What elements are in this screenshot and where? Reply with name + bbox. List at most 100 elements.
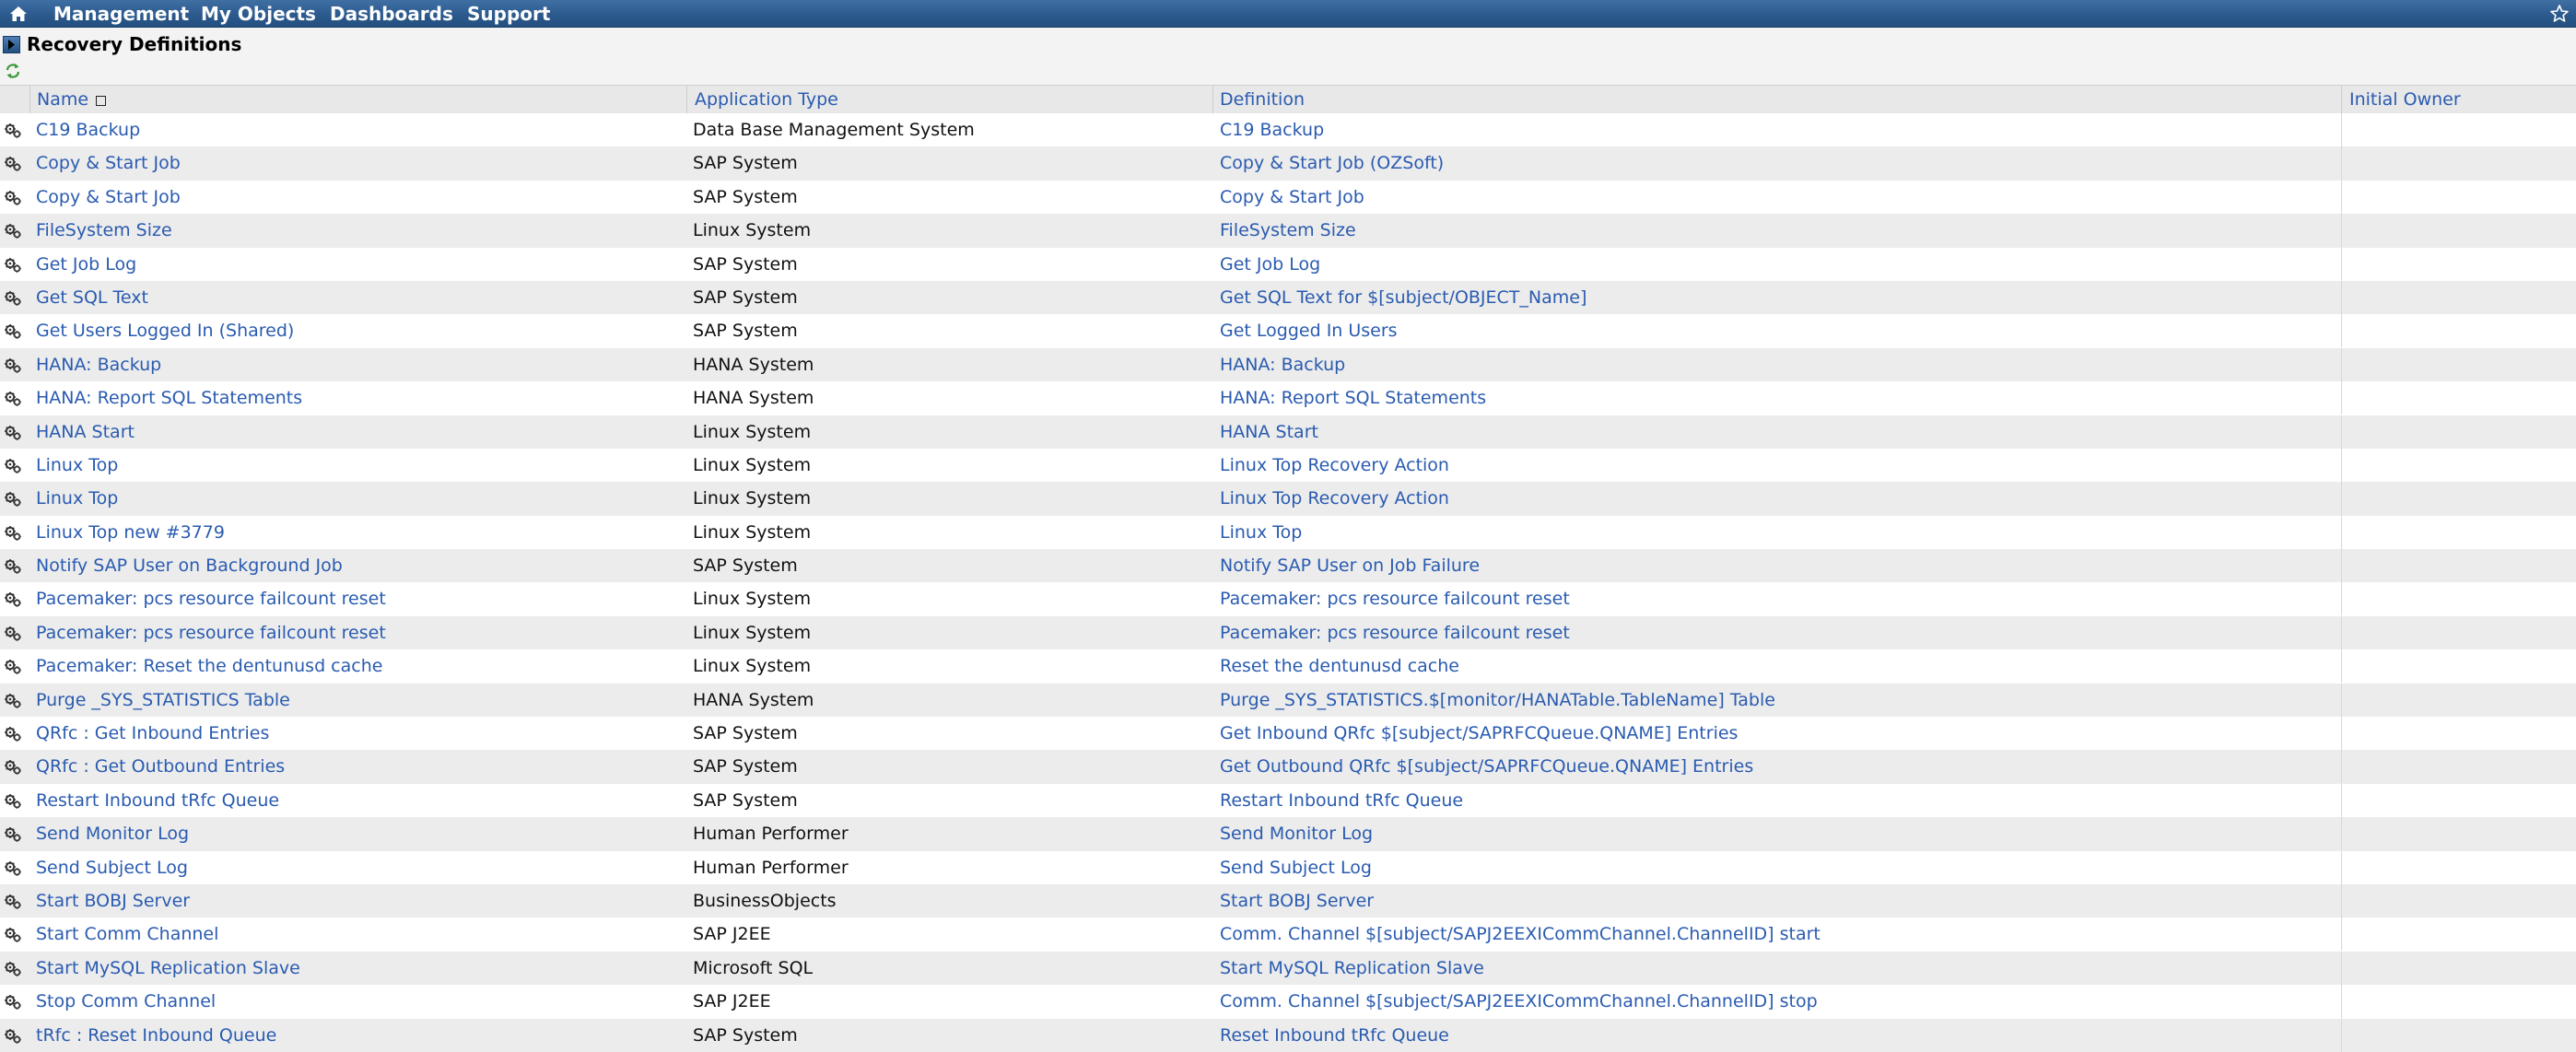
table-row[interactable]: Notify SAP User on Background Job SAP Sys…: [0, 549, 2576, 583]
table-row[interactable]: Restart Inbound tRfc Queue SAP System Rest…: [0, 783, 2576, 818]
row-definition-link[interactable]: Comm. Channel $[subject/SAPJ2EEXICommCha…: [1220, 985, 1818, 1018]
row-name-link[interactable]: Get SQL Text: [36, 281, 148, 314]
row-name-link[interactable]: HANA: Backup: [36, 348, 161, 381]
refresh-icon[interactable]: [4, 62, 22, 80]
table-row[interactable]: HANA: Backup HANA System HANA: Backup: [0, 347, 2576, 382]
table-row[interactable]: Send Subject Log Human Performer Send Subj…: [0, 850, 2576, 884]
row-name-link[interactable]: Send Monitor Log: [36, 817, 189, 850]
row-name-link[interactable]: Get Users Logged In (Shared): [36, 314, 294, 347]
table-row[interactable]: Linux Top Linux System Linux Top Recovery …: [0, 448, 2576, 483]
gears-icon[interactable]: [4, 860, 22, 877]
gears-icon[interactable]: [4, 357, 22, 374]
row-definition-link[interactable]: Linux Top: [1220, 516, 1302, 549]
row-definition-link[interactable]: HANA: Backup: [1220, 348, 1345, 381]
row-definition-link[interactable]: HANA Start: [1220, 415, 1318, 449]
row-definition-link[interactable]: Get Outbound QRfc $[subject/SAPRFCQueue.…: [1220, 750, 1753, 783]
table-row[interactable]: Copy & Start Job SAP System Copy & Start J…: [0, 146, 2576, 181]
gears-icon[interactable]: [4, 257, 22, 274]
row-name-link[interactable]: Pacemaker: pcs resource failcount reset: [36, 616, 386, 649]
row-name-link[interactable]: Send Subject Log: [36, 851, 188, 884]
table-row[interactable]: Send Monitor Log Human Performer Send Moni…: [0, 817, 2576, 851]
row-name-link[interactable]: QRfc : Get Outbound Entries: [36, 750, 285, 783]
table-row[interactable]: Linux Top Linux System Linux Top Recovery …: [0, 482, 2576, 516]
row-definition-link[interactable]: Linux Top Recovery Action: [1220, 482, 1449, 515]
row-definition-link[interactable]: C19 Backup: [1220, 113, 1324, 146]
column-header-name[interactable]: Name: [37, 86, 107, 114]
gears-icon[interactable]: [4, 894, 22, 910]
gears-icon[interactable]: [4, 323, 22, 340]
nav-dashboards[interactable]: Dashboards: [330, 0, 453, 28]
row-name-link[interactable]: Notify SAP User on Background Job: [36, 549, 343, 582]
table-row[interactable]: Pacemaker: pcs resource failcount reset L…: [0, 582, 2576, 616]
row-definition-link[interactable]: Get Logged In Users: [1220, 314, 1398, 347]
row-definition-link[interactable]: Copy & Start Job (OZSoft): [1220, 146, 1444, 180]
row-name-link[interactable]: Pacemaker: pcs resource failcount reset: [36, 582, 386, 615]
gears-icon[interactable]: [4, 961, 22, 977]
row-name-link[interactable]: Start MySQL Replication Slave: [36, 952, 300, 985]
column-header-definition[interactable]: Definition: [1220, 86, 1305, 114]
row-definition-link[interactable]: Reset Inbound tRfc Queue: [1220, 1019, 1449, 1052]
gears-icon[interactable]: [4, 425, 22, 441]
table-row[interactable]: Start BOBJ Server BusinessObjects Start BO…: [0, 883, 2576, 918]
gears-icon[interactable]: [4, 491, 22, 508]
row-definition-link[interactable]: Comm. Channel $[subject/SAPJ2EEXICommCha…: [1220, 918, 1821, 951]
gears-icon[interactable]: [4, 525, 22, 542]
panel-toggle-icon[interactable]: [3, 36, 20, 53]
gears-icon[interactable]: [4, 391, 22, 407]
row-definition-link[interactable]: HANA: Report SQL Statements: [1220, 381, 1486, 415]
gears-icon[interactable]: [4, 1028, 22, 1045]
table-row[interactable]: Stop Comm Channel SAP J2EE Comm. Channel $…: [0, 985, 2576, 1019]
table-row[interactable]: C19 Backup Data Base Management System C19…: [0, 113, 2576, 147]
row-name-link[interactable]: Linux Top: [36, 482, 118, 515]
row-name-link[interactable]: HANA: Report SQL Statements: [36, 381, 302, 415]
table-row[interactable]: QRfc : Get Outbound Entries SAP System Get…: [0, 750, 2576, 784]
sort-indicator-icon[interactable]: [96, 96, 107, 106]
table-row[interactable]: Start Comm Channel SAP J2EE Comm. Channel …: [0, 918, 2576, 952]
table-row[interactable]: Get SQL Text SAP System Get SQL Text for $…: [0, 280, 2576, 315]
table-row[interactable]: Purge _SYS_STATISTICS Table HANA System Pu…: [0, 683, 2576, 718]
gears-icon[interactable]: [4, 659, 22, 675]
row-definition-link[interactable]: Copy & Start Job: [1220, 181, 1364, 214]
nav-support[interactable]: Support: [467, 0, 550, 28]
row-name-link[interactable]: Copy & Start Job: [36, 146, 181, 180]
row-definition-link[interactable]: Restart Inbound tRfc Queue: [1220, 784, 1463, 817]
table-row[interactable]: HANA: Report SQL Statements HANA System HA…: [0, 381, 2576, 415]
row-name-link[interactable]: Get Job Log: [36, 248, 136, 281]
row-name-link[interactable]: FileSystem Size: [36, 214, 172, 247]
table-row[interactable]: Copy & Start Job SAP System Copy & Start J…: [0, 180, 2576, 215]
row-definition-link[interactable]: Send Subject Log: [1220, 851, 1372, 884]
table-row[interactable]: Pacemaker: pcs resource failcount reset L…: [0, 615, 2576, 650]
star-icon[interactable]: [2548, 3, 2570, 25]
table-row[interactable]: Get Job Log SAP System Get Job Log: [0, 247, 2576, 281]
gears-icon[interactable]: [4, 591, 22, 608]
row-definition-link[interactable]: Get SQL Text for $[subject/OBJECT_Name]: [1220, 281, 1587, 314]
gears-icon[interactable]: [4, 558, 22, 575]
gears-icon[interactable]: [4, 190, 22, 206]
row-name-link[interactable]: Purge _SYS_STATISTICS Table: [36, 684, 290, 717]
table-row[interactable]: tRfc : Reset Inbound Queue SAP System Rese…: [0, 1018, 2576, 1052]
gears-icon[interactable]: [4, 223, 22, 240]
nav-management[interactable]: Management: [53, 0, 189, 28]
table-row[interactable]: HANA Start Linux System HANA Start: [0, 415, 2576, 449]
row-name-link[interactable]: C19 Backup: [36, 113, 140, 146]
row-name-link[interactable]: Pacemaker: Reset the dentunusd cache: [36, 649, 382, 683]
row-definition-link[interactable]: Linux Top Recovery Action: [1220, 449, 1449, 482]
row-definition-link[interactable]: Pacemaker: pcs resource failcount reset: [1220, 616, 1570, 649]
table-row[interactable]: Pacemaker: Reset the dentunusd cache Linu…: [0, 649, 2576, 684]
table-row[interactable]: Get Users Logged In (Shared) SAP System Ge…: [0, 314, 2576, 348]
row-definition-link[interactable]: Pacemaker: pcs resource failcount reset: [1220, 582, 1570, 615]
row-definition-link[interactable]: Start BOBJ Server: [1220, 884, 1374, 918]
gears-icon[interactable]: [4, 826, 22, 843]
gears-icon[interactable]: [4, 290, 22, 307]
gears-icon[interactable]: [4, 625, 22, 642]
home-icon[interactable]: [7, 4, 29, 24]
gears-icon[interactable]: [4, 793, 22, 810]
row-definition-link[interactable]: Send Monitor Log: [1220, 817, 1373, 850]
row-name-link[interactable]: Linux Top: [36, 449, 118, 482]
row-definition-link[interactable]: Purge _SYS_STATISTICS.$[monitor/HANATabl…: [1220, 684, 1775, 717]
row-name-link[interactable]: Copy & Start Job: [36, 181, 181, 214]
table-row[interactable]: FileSystem Size Linux System FileSystem Si…: [0, 214, 2576, 248]
gears-icon[interactable]: [4, 994, 22, 1011]
table-row[interactable]: Linux Top new #3779 Linux System Linux Top: [0, 515, 2576, 550]
row-name-link[interactable]: tRfc : Reset Inbound Queue: [36, 1019, 276, 1052]
